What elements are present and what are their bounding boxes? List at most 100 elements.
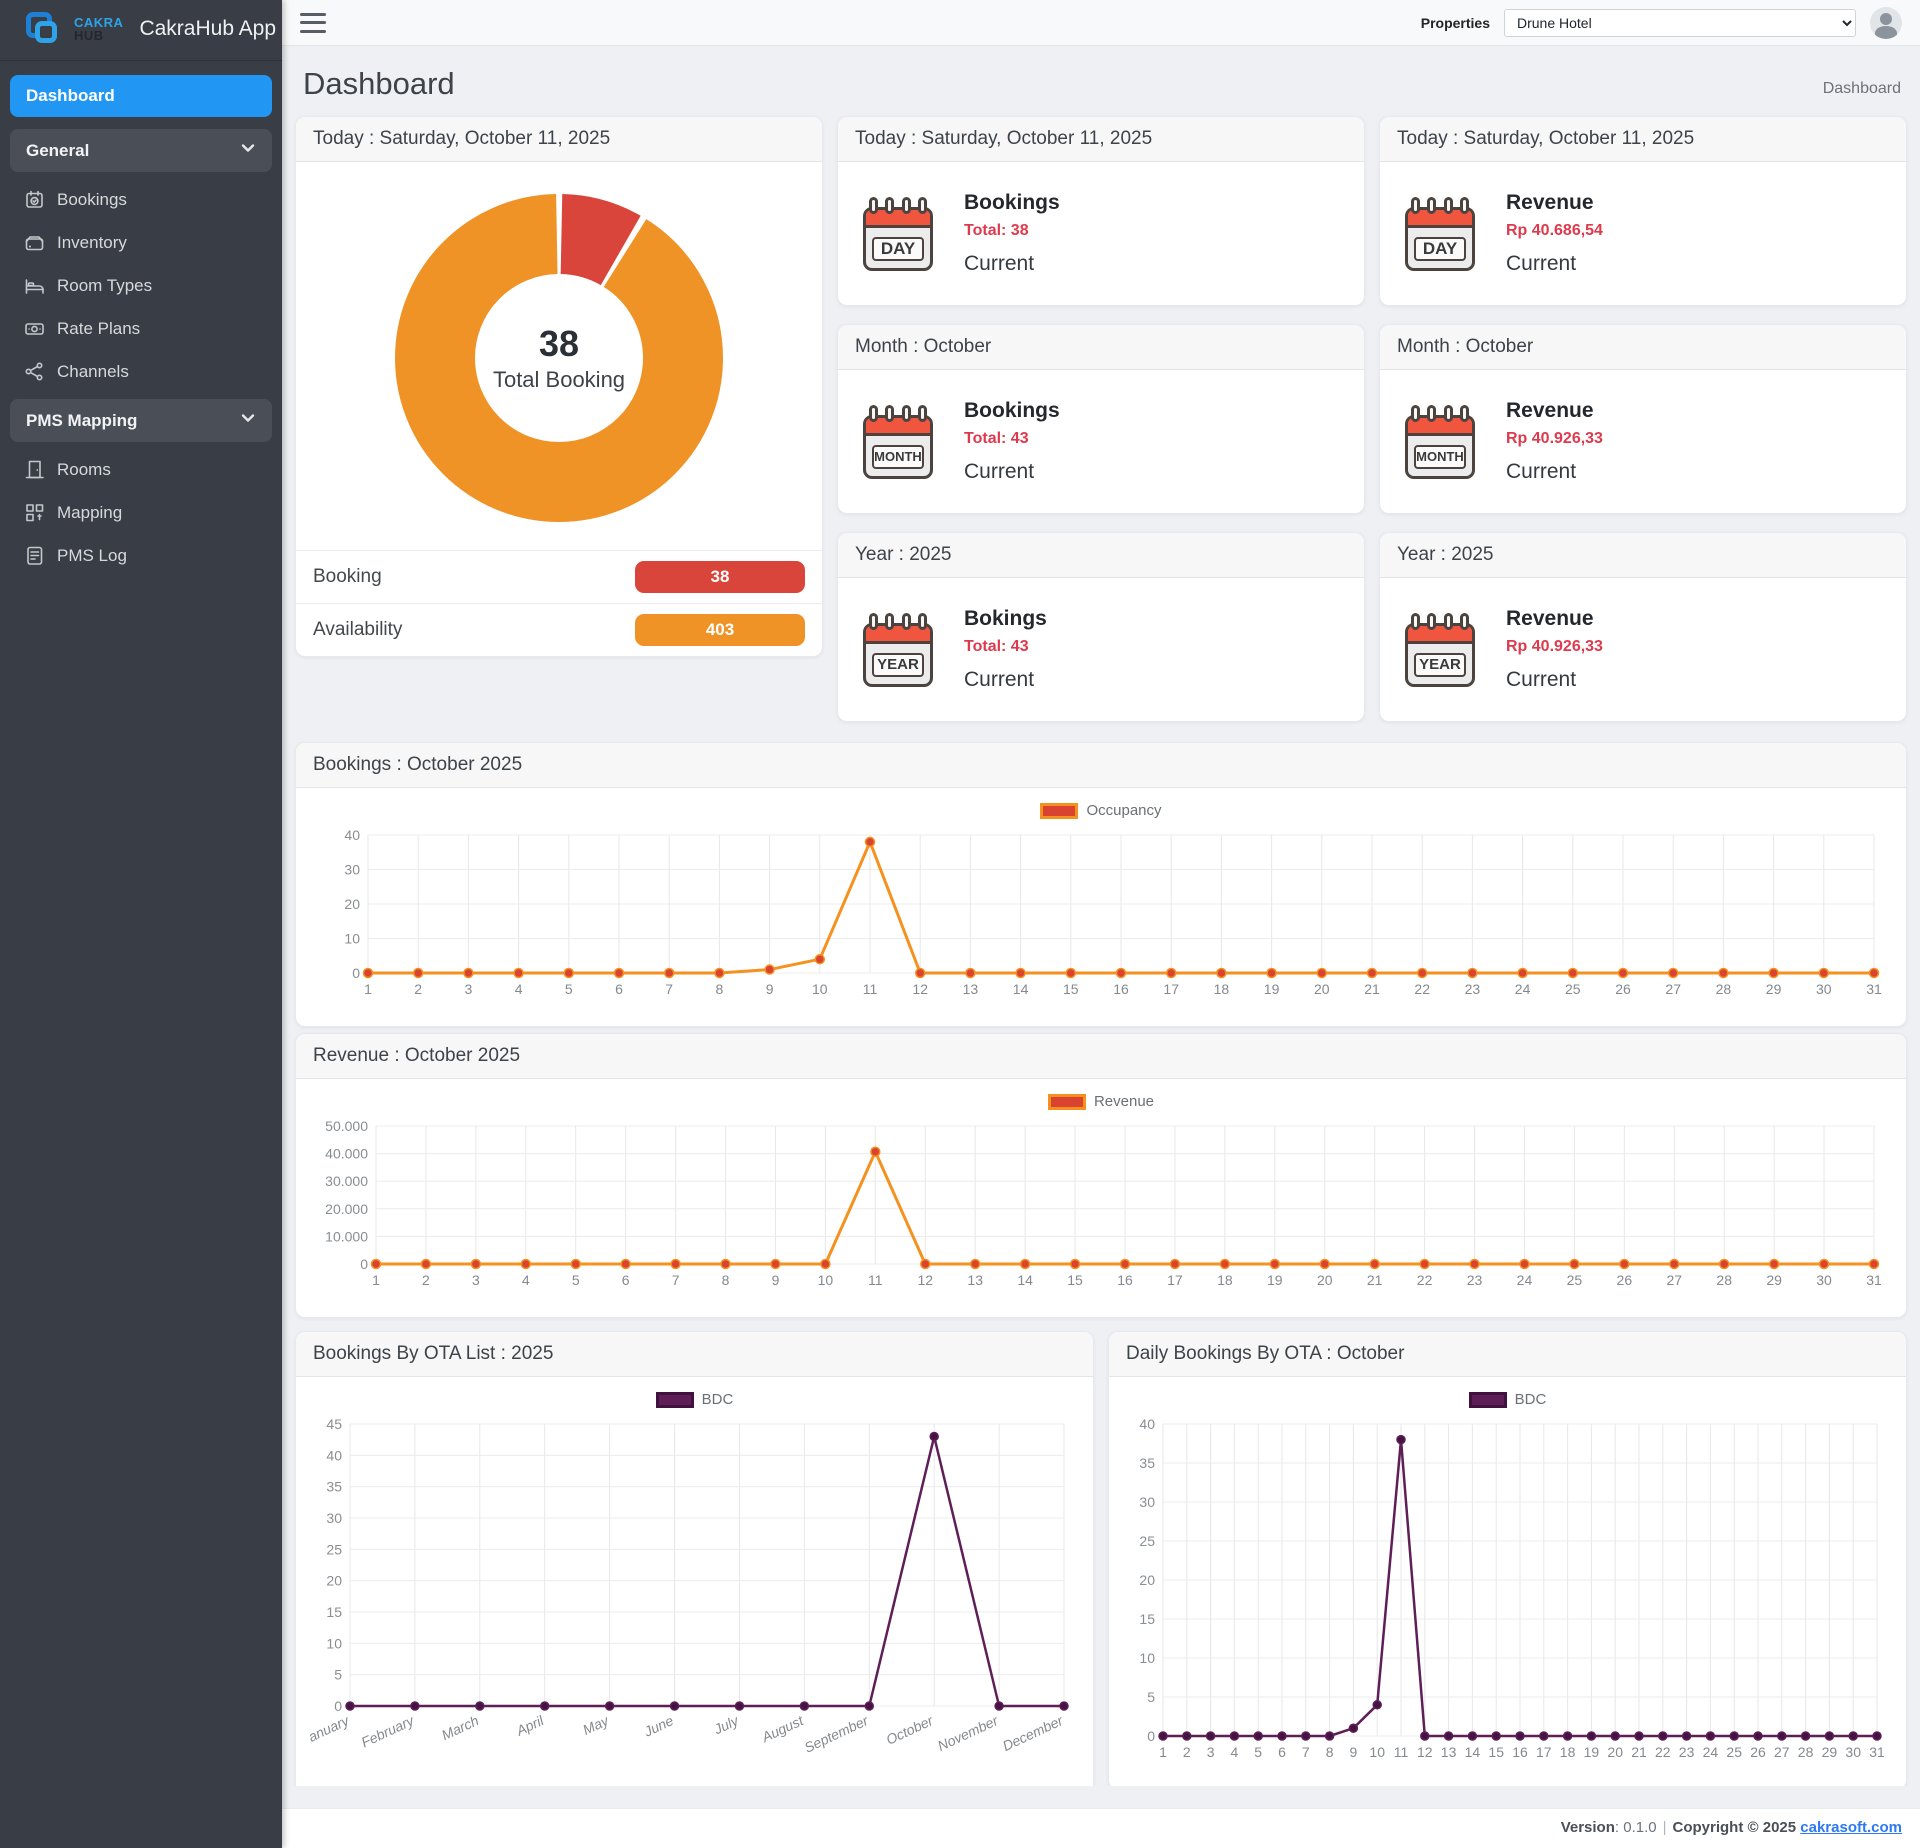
svg-text:25: 25 bbox=[1565, 981, 1581, 997]
calendar-month-icon: MONTH bbox=[860, 404, 936, 480]
svg-text:18: 18 bbox=[1214, 981, 1230, 997]
bdc-line-chart[interactable]: 051015202530354045JanuaryFebruaryMarchAp… bbox=[310, 1414, 1080, 1786]
sidebar-item-label: Dashboard bbox=[26, 86, 115, 106]
svg-text:November: November bbox=[935, 1712, 1002, 1754]
chart-card-bookings-by-ota-list-2025: Bookings By OTA List : 2025BDC0510152025… bbox=[295, 1331, 1094, 1786]
svg-text:22: 22 bbox=[1655, 1744, 1671, 1760]
stat-sub-label: Current bbox=[1506, 460, 1603, 484]
sidebar-item-room-types[interactable]: Room Types bbox=[10, 266, 272, 305]
svg-text:23: 23 bbox=[1467, 1272, 1483, 1288]
svg-text:May: May bbox=[580, 1712, 612, 1738]
chart-card-bookings-october-2025: Bookings : October 2025Occupancy01020304… bbox=[295, 742, 1907, 1027]
legend-swatch bbox=[1040, 803, 1078, 819]
svg-text:13: 13 bbox=[1441, 1744, 1457, 1760]
svg-text:10: 10 bbox=[812, 981, 828, 997]
donut-row-value-badge: 38 bbox=[635, 561, 805, 593]
sidebar-item-bookings[interactable]: Bookings bbox=[10, 180, 272, 219]
stat-total-value: Total: 43 bbox=[964, 430, 1060, 448]
wide-charts-section: Bookings : October 2025 Occupancy 0 10 20 30 4… bbox=[295, 742, 1907, 1318]
occupancy-line-chart[interactable]: 0102030401234567891011121314151617181920… bbox=[310, 825, 1890, 1007]
svg-text:13: 13 bbox=[967, 1272, 983, 1288]
legend-label: BDC bbox=[1515, 1391, 1547, 1408]
user-avatar[interactable] bbox=[1870, 7, 1902, 39]
inventory-box-icon bbox=[24, 232, 45, 253]
svg-text:20: 20 bbox=[1607, 1744, 1623, 1760]
svg-text:14: 14 bbox=[1017, 1272, 1033, 1288]
svg-text:28: 28 bbox=[1798, 1744, 1814, 1760]
stat-total-value: Rp 40.926,33 bbox=[1506, 638, 1603, 656]
calendar-year-icon: YEAR bbox=[1402, 612, 1478, 688]
svg-text:16: 16 bbox=[1117, 1272, 1133, 1288]
svg-text:23: 23 bbox=[1465, 981, 1481, 997]
main-area: Properties Drune Hotel Dashboard Dashboa… bbox=[282, 0, 1920, 1848]
stat-sub-label: Current bbox=[1506, 252, 1603, 276]
dashboard-content: Dashboard Dashboard Today : Saturday, Oc… bbox=[282, 46, 1920, 1786]
property-select[interactable]: Drune Hotel bbox=[1504, 9, 1856, 37]
stat-sub-label: Current bbox=[964, 252, 1060, 276]
svg-text:7: 7 bbox=[672, 1272, 680, 1288]
svg-text:18: 18 bbox=[1217, 1272, 1233, 1288]
svg-text:March: March bbox=[439, 1712, 481, 1743]
sidebar-item-rate-plans[interactable]: Rate Plans bbox=[10, 309, 272, 348]
donut-row-label: Booking bbox=[313, 566, 382, 588]
chevron-down-icon bbox=[240, 410, 256, 431]
svg-text:35: 35 bbox=[1139, 1455, 1155, 1471]
revenue-line-chart[interactable]: 010.00020.00030.00040.00050.000123456789… bbox=[310, 1116, 1890, 1298]
today-booking-donut-card: Today : Saturday, October 11, 2025 38 To… bbox=[295, 116, 823, 657]
menu-toggle-button[interactable] bbox=[300, 13, 326, 33]
svg-text:2: 2 bbox=[1183, 1744, 1191, 1760]
svg-text:19: 19 bbox=[1584, 1744, 1600, 1760]
svg-text:20.000: 20.000 bbox=[325, 1201, 368, 1217]
stat-total-value: Total: 43 bbox=[964, 638, 1047, 656]
svg-text:27: 27 bbox=[1665, 981, 1681, 997]
topbar: Properties Drune Hotel bbox=[282, 0, 1920, 46]
stat-title: Revenue bbox=[1506, 607, 1603, 631]
sidebar-item-mapping[interactable]: Mapping bbox=[10, 493, 272, 532]
bdc-line-chart[interactable]: 0510152025303540123456789101112131415161… bbox=[1123, 1414, 1893, 1770]
chart-legend[interactable]: BDC bbox=[310, 1387, 1079, 1414]
sidebar-item-inventory[interactable]: Inventory bbox=[10, 223, 272, 262]
svg-text:40: 40 bbox=[344, 827, 360, 843]
svg-text:8: 8 bbox=[1326, 1744, 1334, 1760]
svg-text:0: 0 bbox=[352, 965, 360, 981]
svg-text:22: 22 bbox=[1417, 1272, 1433, 1288]
svg-text:12: 12 bbox=[1417, 1744, 1433, 1760]
log-file-icon bbox=[24, 545, 45, 566]
chart-legend[interactable]: Occupancy bbox=[310, 798, 1892, 825]
sidebar-item-general[interactable]: General bbox=[10, 129, 272, 172]
chart-legend[interactable]: BDC bbox=[1123, 1387, 1892, 1414]
svg-text:31: 31 bbox=[1866, 981, 1882, 997]
svg-text:21: 21 bbox=[1367, 1272, 1383, 1288]
stat-total-value: Rp 40.926,33 bbox=[1506, 430, 1603, 448]
svg-text:24: 24 bbox=[1703, 1744, 1719, 1760]
svg-text:20: 20 bbox=[344, 896, 360, 912]
svg-text:1: 1 bbox=[1159, 1744, 1167, 1760]
sidebar-item-pms-mapping[interactable]: PMS Mapping bbox=[10, 399, 272, 442]
svg-text:18: 18 bbox=[1560, 1744, 1576, 1760]
revenue-month-card: Month : OctoberMONTHRevenueRp 40.926,33C… bbox=[1379, 324, 1907, 514]
chart-card-title: Revenue : October 2025 bbox=[296, 1034, 1906, 1079]
svg-text:29: 29 bbox=[1822, 1744, 1838, 1760]
legend-swatch bbox=[1469, 1392, 1507, 1408]
donut-row-label: Availability bbox=[313, 619, 402, 641]
legend-label: Occupancy bbox=[1086, 802, 1161, 819]
svg-text:29: 29 bbox=[1766, 1272, 1782, 1288]
donut-row-booking: Booking 38 bbox=[296, 551, 822, 603]
chart-legend[interactable]: Revenue bbox=[310, 1089, 1892, 1116]
stat-title: Bookings bbox=[964, 399, 1060, 423]
chart-card-title: Bookings : October 2025 bbox=[296, 743, 1906, 788]
svg-text:6: 6 bbox=[622, 1272, 630, 1288]
sidebar-item-rooms[interactable]: Rooms bbox=[10, 450, 272, 489]
footer-link[interactable]: cakrasoft.com bbox=[1800, 1819, 1902, 1836]
sidebar-item-dashboard[interactable]: Dashboard bbox=[10, 75, 272, 117]
svg-text:40.000: 40.000 bbox=[325, 1146, 368, 1162]
svg-text:3: 3 bbox=[1207, 1744, 1215, 1760]
svg-text:August: August bbox=[758, 1712, 806, 1746]
sidebar-item-channels[interactable]: Channels bbox=[10, 352, 272, 391]
svg-text:30: 30 bbox=[1816, 1272, 1832, 1288]
sidebar-item-pms-log[interactable]: PMS Log bbox=[10, 536, 272, 575]
svg-text:10: 10 bbox=[1139, 1650, 1155, 1666]
svg-text:31: 31 bbox=[1866, 1272, 1882, 1288]
svg-text:7: 7 bbox=[665, 981, 673, 997]
svg-text:25: 25 bbox=[326, 1541, 342, 1557]
